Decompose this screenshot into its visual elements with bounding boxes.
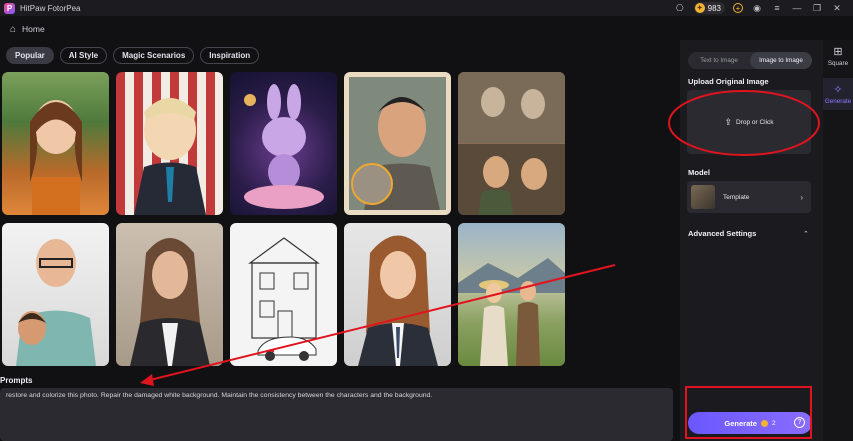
tab-image-to-image[interactable]: Image to Image: [750, 52, 812, 69]
generate-label: Generate: [724, 418, 757, 428]
template-thumbnail[interactable]: [230, 223, 337, 366]
model-selector[interactable]: Template ›: [687, 181, 811, 213]
prompt-text: restore and colorize this photo. Repair …: [6, 392, 433, 399]
breadcrumb: ⌂ Home: [0, 18, 680, 40]
restore-icon[interactable]: ❐: [811, 3, 823, 14]
template-thumbnail[interactable]: [116, 223, 223, 366]
help-icon[interactable]: ?: [794, 417, 805, 428]
tab-magic-scenarios[interactable]: Magic Scenarios: [113, 47, 195, 64]
template-thumbnail[interactable]: [116, 72, 223, 215]
app-window: P HitPaw FotorPea ⎔ ✦ 983 + ◉ ≡ — ❐ ✕ ⌂ …: [0, 0, 853, 441]
upload-dropzone[interactable]: ⇪ Drop or Click: [687, 90, 811, 154]
upload-icon: ⇪: [724, 116, 732, 127]
app-logo-icon: P: [4, 2, 15, 14]
title-bar-actions: ⎔ ✦ 983 + ◉ ≡ — ❐ ✕: [674, 0, 853, 16]
model-label: Template: [723, 193, 750, 201]
minimize-icon[interactable]: —: [791, 3, 803, 13]
rail-item-generate[interactable]: ✧ Generate: [823, 78, 853, 110]
template-thumbnail[interactable]: [344, 72, 451, 215]
menu-icon[interactable]: ≡: [771, 3, 783, 13]
tab-inspiration[interactable]: Inspiration: [200, 47, 260, 64]
template-thumbnail[interactable]: [344, 223, 451, 366]
home-link[interactable]: Home: [22, 24, 45, 34]
upload-label: Drop or Click: [735, 118, 774, 126]
template-thumbnail[interactable]: [458, 72, 565, 215]
chevron-up-icon[interactable]: ⌃: [803, 230, 809, 238]
coin-icon: ✦: [694, 3, 705, 13]
upload-title: Upload Original Image: [688, 77, 769, 86]
template-thumbnail[interactable]: [458, 223, 565, 366]
template-thumbnail[interactable]: [2, 72, 109, 215]
settings-panel: Text to Image Image to Image Upload Orig…: [680, 40, 823, 441]
coin-count: 983: [707, 3, 721, 13]
grid-icon: ⊞: [833, 46, 843, 58]
chevron-right-icon: ›: [800, 192, 803, 202]
user-icon[interactable]: ◉: [751, 3, 763, 14]
gamepad-icon[interactable]: ⎔: [674, 3, 686, 14]
close-icon[interactable]: ✕: [831, 3, 843, 14]
advanced-settings-title[interactable]: Advanced Settings: [688, 229, 756, 238]
coin-balance[interactable]: ✦ 983: [693, 2, 725, 14]
side-rail: ⊞ Square ✧ Generate: [823, 40, 853, 441]
home-icon[interactable]: ⌂: [10, 24, 16, 35]
model-title: Model: [688, 168, 710, 177]
prompt-input[interactable]: restore and colorize this photo. Repair …: [0, 388, 673, 441]
rail-label: Square: [827, 60, 849, 67]
tab-popular[interactable]: Popular: [6, 47, 54, 64]
generate-button[interactable]: Generate 2 ?: [688, 412, 812, 434]
rail-label: Generate: [824, 98, 852, 105]
app-title: HitPaw FotorPea: [20, 3, 81, 13]
sparkle-icon: ✧: [833, 84, 843, 96]
rail-item-square[interactable]: ⊞ Square: [823, 45, 853, 67]
template-thumbnail[interactable]: [230, 72, 337, 215]
generate-cost: 2: [771, 419, 776, 427]
prompts-title: Prompts: [0, 376, 33, 385]
tab-text-to-image[interactable]: Text to Image: [688, 52, 750, 69]
add-coins-icon[interactable]: +: [733, 3, 743, 13]
model-thumbnail: [691, 185, 715, 209]
coin-icon: [760, 419, 768, 427]
annotation-arrowhead: [140, 374, 154, 386]
category-tabs: Popular AI Style Magic Scenarios Inspira…: [6, 47, 260, 64]
template-thumbnail[interactable]: [2, 223, 109, 366]
title-bar: P HitPaw FotorPea ⎔ ✦ 983 + ◉ ≡ — ❐ ✕: [0, 0, 853, 16]
tab-ai-style[interactable]: AI Style: [59, 47, 108, 64]
mode-switch: Text to Image Image to Image: [688, 52, 812, 69]
